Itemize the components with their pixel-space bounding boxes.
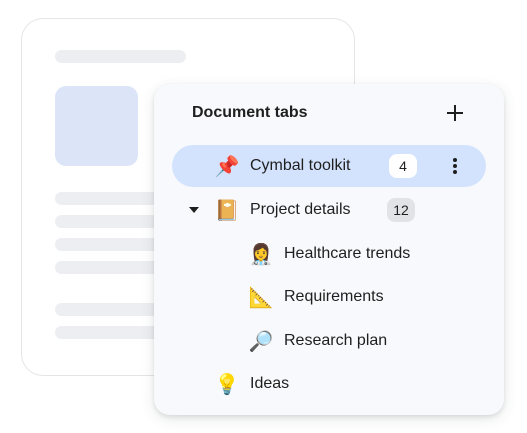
plus-icon [447,105,463,121]
light-bulb-icon: 💡 [214,372,240,396]
placeholder-title-line [55,50,186,63]
tab-project-details[interactable]: 📔 Project details 12 [172,189,486,231]
tab-label: Requirements [284,288,384,305]
tab-ideas[interactable]: 💡 Ideas [172,363,486,405]
stage: Document tabs 📌 Cymbal toolkit 4 📔 Proje… [0,0,527,433]
tab-healthcare-trends[interactable]: 👩‍⚕️ Healthcare trends [172,233,486,275]
tab-count-badge: 12 [387,198,415,222]
magnifying-glass-icon: 🔎 [248,329,274,353]
health-worker-icon: 👩‍⚕️ [248,242,274,266]
add-tab-button[interactable] [443,101,467,125]
tab-label: Cymbal toolkit [250,157,351,174]
caret-down-icon [189,207,199,213]
notebook-icon: 📔 [214,198,240,222]
tab-cymbal-toolkit[interactable]: 📌 Cymbal toolkit 4 [172,145,486,187]
more-vertical-icon [453,158,457,174]
tab-label: Healthcare trends [284,245,411,262]
tab-count-badge: 4 [389,154,417,178]
tab-options-button[interactable] [445,154,465,178]
panel-title: Document tabs [192,104,308,121]
tab-research-plan[interactable]: 🔎 Research plan [172,320,486,362]
tab-label: Research plan [284,332,388,349]
tab-requirements[interactable]: 📐 Requirements [172,276,486,318]
document-tabs-panel: Document tabs 📌 Cymbal toolkit 4 📔 Proje… [154,84,504,415]
placeholder-image [55,86,138,166]
triangular-ruler-icon: 📐 [248,285,274,309]
tab-label: Project details [250,201,351,218]
tab-label: Ideas [250,375,290,392]
pushpin-icon: 📌 [214,154,240,178]
collapse-toggle[interactable] [186,202,202,218]
